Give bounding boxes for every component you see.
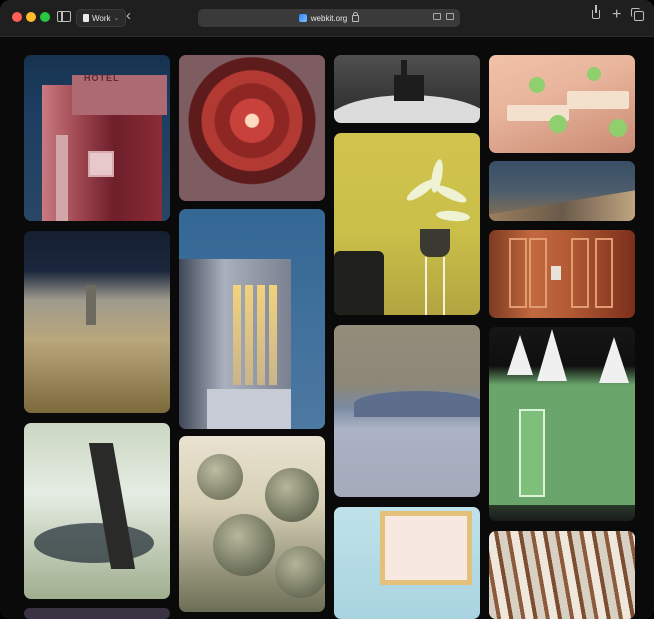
photo-forest[interactable] [24, 423, 170, 599]
back-icon[interactable]: ‹ [126, 8, 131, 23]
photo-partial[interactable] [24, 608, 170, 619]
photo-waves[interactable] [334, 325, 480, 497]
reader-icon[interactable] [446, 13, 454, 20]
address-text: webkit.org [310, 13, 348, 23]
chevron-down-icon: ⌄ [113, 15, 120, 22]
browser-window: Work ⌄ ‹ webkit.org + HOTEL [0, 0, 654, 619]
profile-label: Work [92, 13, 111, 23]
address-bar[interactable]: webkit.org [198, 9, 460, 27]
translate-icon[interactable] [433, 13, 441, 20]
photo-hotel[interactable]: HOTEL [24, 55, 170, 221]
zoom-window-button[interactable] [40, 12, 50, 22]
profile-switcher[interactable]: Work ⌄ [76, 9, 127, 27]
photo-flower[interactable] [179, 55, 325, 201]
photo-house[interactable] [489, 327, 635, 521]
page-content: HOTEL [0, 37, 654, 619]
photo-succulents[interactable] [179, 436, 325, 612]
photo-cafe[interactable] [489, 55, 635, 153]
site-icon [298, 14, 307, 22]
photo-door[interactable] [489, 230, 635, 318]
plus-icon[interactable]: + [612, 7, 621, 23]
photo-frame[interactable] [334, 507, 480, 619]
photo-plant[interactable] [334, 133, 480, 315]
share-icon[interactable] [592, 5, 600, 19]
minimize-window-button[interactable] [26, 12, 36, 22]
lock-icon [352, 11, 360, 22]
profile-icon [83, 14, 89, 22]
tabs-icon[interactable] [631, 8, 644, 21]
photo-tower[interactable] [179, 209, 325, 429]
photo-hill[interactable] [24, 231, 170, 413]
sidebar-icon[interactable] [57, 11, 71, 22]
photo-church[interactable] [334, 55, 480, 123]
close-window-button[interactable] [12, 12, 22, 22]
photo-dock[interactable] [489, 161, 635, 221]
address-actions [433, 13, 454, 20]
photo-bark[interactable] [489, 531, 635, 619]
toolbar: Work ⌄ ‹ webkit.org + [0, 0, 654, 37]
